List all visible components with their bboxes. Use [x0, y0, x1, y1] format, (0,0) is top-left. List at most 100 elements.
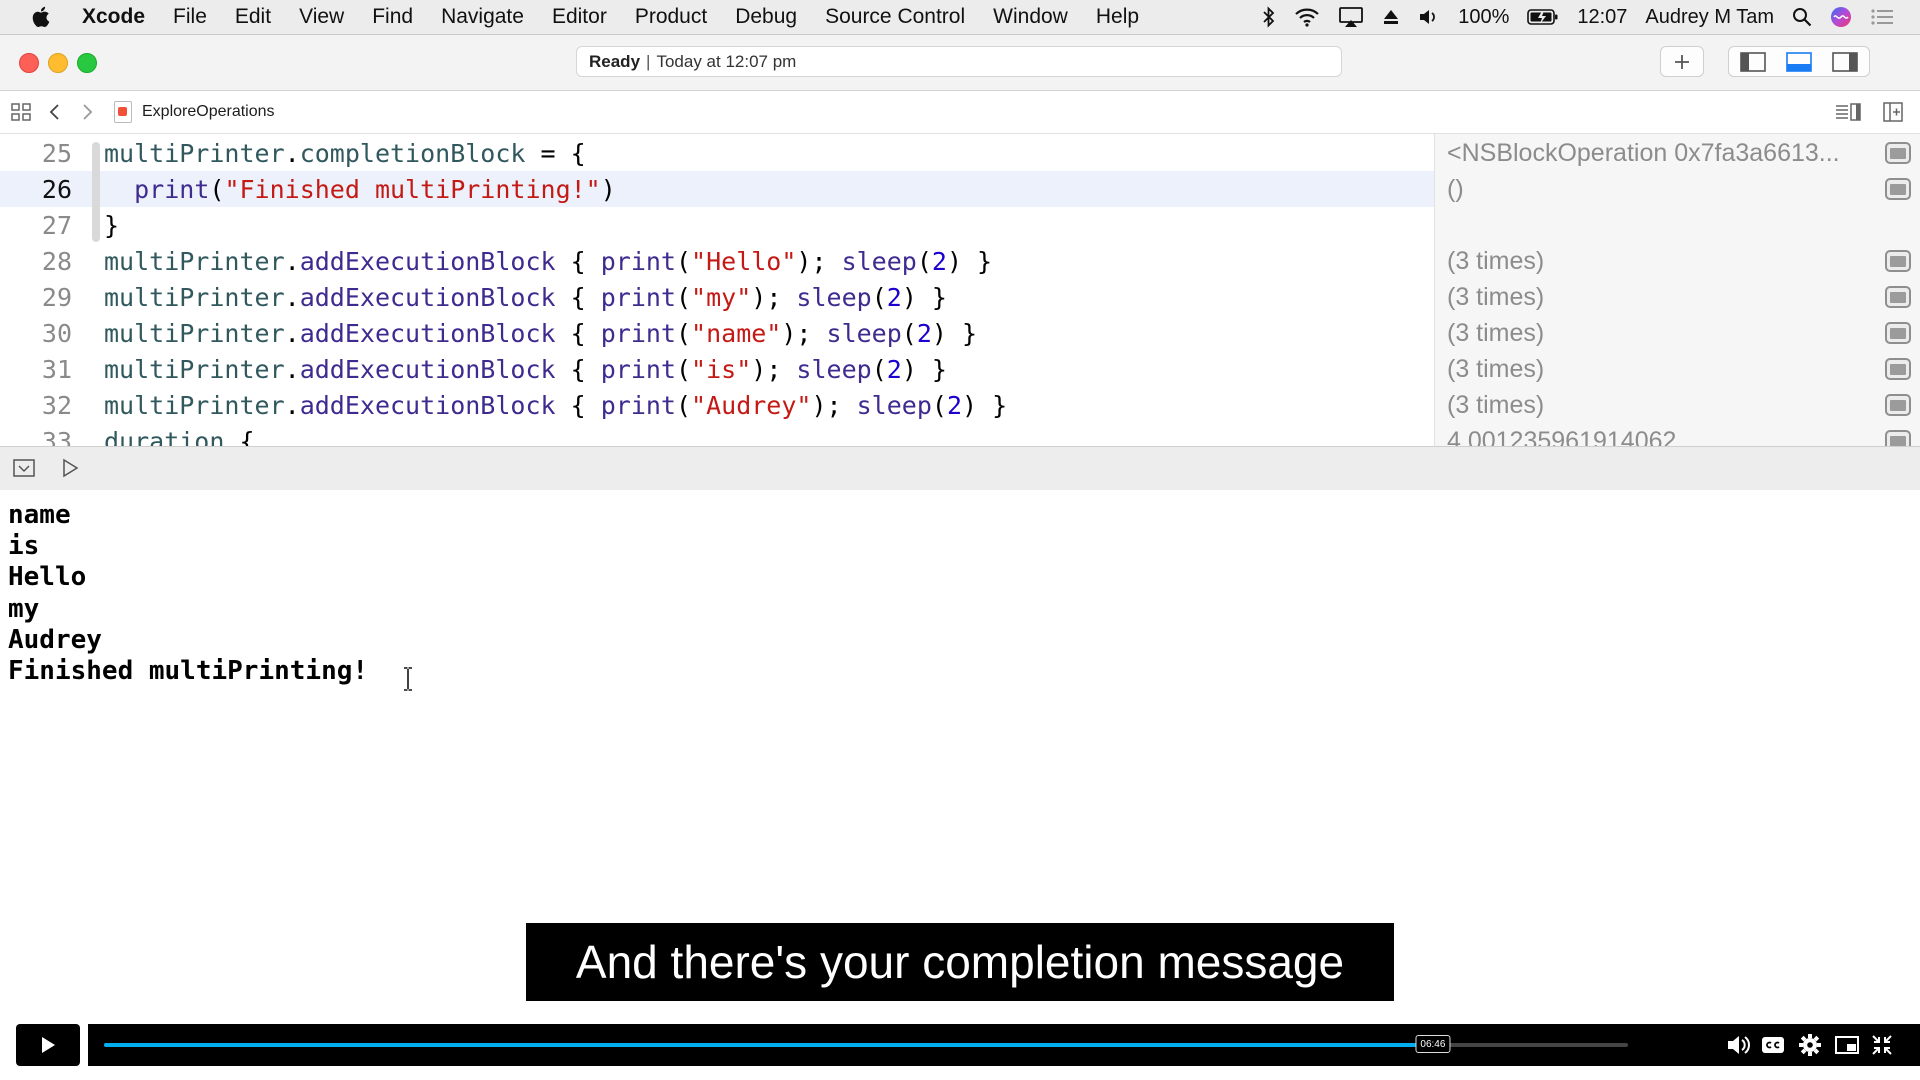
menu-editor[interactable]: Editor	[538, 5, 621, 29]
quick-look-icon[interactable]	[1885, 286, 1911, 308]
forward-icon[interactable]	[80, 102, 94, 122]
closed-captions-icon[interactable]	[1761, 1033, 1785, 1057]
run-playground-icon[interactable]	[60, 458, 80, 478]
navigator-toggle-icon[interactable]	[1740, 52, 1766, 77]
volume-icon[interactable]	[1418, 7, 1440, 27]
code-token: .	[284, 354, 300, 384]
code-token: multiPrinter	[104, 318, 285, 348]
library-button[interactable]	[1660, 46, 1704, 77]
volume-icon[interactable]	[1726, 1033, 1752, 1057]
jump-bar-file[interactable]: ExploreOperations	[142, 103, 275, 121]
wifi-icon[interactable]	[1294, 7, 1320, 27]
code-token: sleep	[796, 354, 872, 384]
text-cursor-icon	[401, 666, 415, 697]
quick-look-icon[interactable]	[1885, 178, 1911, 200]
code-token: );	[781, 318, 827, 348]
play-button[interactable]	[16, 1024, 80, 1066]
debug-area-toggle-icon[interactable]	[1786, 52, 1812, 77]
quick-look-icon[interactable]	[1885, 322, 1911, 344]
code-token: "name"	[691, 318, 782, 348]
inspector-toggle-icon[interactable]	[1832, 52, 1858, 77]
exit-fullscreen-icon[interactable]	[1870, 1033, 1894, 1057]
menu-debug[interactable]: Debug	[721, 5, 811, 29]
code-line[interactable]: 27}	[0, 207, 1434, 243]
code-text: print("Finished multiPrinting!")	[82, 175, 616, 204]
menu-find[interactable]: Find	[358, 5, 427, 29]
quick-look-icon[interactable]	[1885, 394, 1911, 416]
code-line[interactable]: 31 multiPrinter.addExecutionBlock { print…	[0, 351, 1434, 387]
picture-in-picture-icon[interactable]	[1834, 1033, 1860, 1057]
code-token: addExecutionBlock	[299, 318, 556, 348]
code-token: {	[555, 246, 601, 276]
back-icon[interactable]	[48, 102, 62, 122]
result-row: (3 times)	[1435, 243, 1920, 279]
code-text: multiPrinter.addExecutionBlock { print("…	[82, 319, 977, 348]
zoom-window-button[interactable]	[77, 53, 97, 73]
quick-look-icon[interactable]	[1885, 358, 1911, 380]
bluetooth-icon[interactable]	[1262, 6, 1276, 28]
code-token: "my"	[691, 282, 752, 312]
current-time-label: 06:46	[1415, 1035, 1451, 1053]
code-text: multiPrinter.addExecutionBlock { print("…	[82, 283, 947, 312]
code-token: multiPrinter	[104, 282, 285, 312]
code-token: addExecutionBlock	[299, 282, 556, 312]
code-text: }	[82, 211, 119, 240]
console-line: name	[8, 500, 71, 530]
eject-icon[interactable]	[1382, 8, 1400, 26]
menu-source-control[interactable]: Source Control	[811, 5, 979, 29]
play-icon	[42, 1037, 55, 1053]
result-row: (3 times)	[1435, 279, 1920, 315]
hide-debug-area-icon[interactable]	[12, 458, 36, 478]
menu-help[interactable]: Help	[1082, 5, 1153, 29]
siri-icon[interactable]	[1830, 6, 1852, 28]
window-toolbar: Ready | Today at 12:07 pm	[0, 35, 1920, 91]
code-line[interactable]: 30 multiPrinter.addExecutionBlock { print…	[0, 315, 1434, 351]
notification-center-icon[interactable]	[1870, 7, 1894, 27]
menu-view[interactable]: View	[285, 5, 358, 29]
spotlight-icon[interactable]	[1792, 7, 1812, 27]
code-token: (	[209, 174, 225, 204]
source-editor[interactable]: 25 multiPrinter.completionBlock = {26 pri…	[0, 134, 1920, 446]
code-line[interactable]: 32 multiPrinter.addExecutionBlock { print…	[0, 387, 1434, 423]
code-token: );	[796, 246, 842, 276]
settings-gear-icon[interactable]	[1798, 1033, 1822, 1057]
code-token: (	[931, 390, 947, 420]
menu-product[interactable]: Product	[621, 5, 721, 29]
code-text: multiPrinter.addExecutionBlock { print("…	[82, 247, 992, 276]
editor-scroll-thumb[interactable]	[92, 142, 100, 242]
code-line[interactable]: 29 multiPrinter.addExecutionBlock { print…	[0, 279, 1434, 315]
code-token: ) }	[901, 354, 947, 384]
activity-viewer: Ready | Today at 12:07 pm	[576, 46, 1342, 77]
minimize-window-button[interactable]	[48, 53, 68, 73]
airplay-icon[interactable]	[1338, 6, 1364, 28]
adjust-editor-options-icon[interactable]	[1834, 102, 1862, 122]
menu-xcode[interactable]: Xcode	[78, 5, 159, 29]
code-line[interactable]: 28 multiPrinter.addExecutionBlock { print…	[0, 243, 1434, 279]
menubar-user[interactable]: Audrey M Tam	[1645, 6, 1774, 29]
code-token: multiPrinter	[104, 390, 285, 420]
quick-look-icon[interactable]	[1885, 142, 1911, 164]
code-token: (	[675, 246, 692, 276]
quick-look-icon[interactable]	[1885, 430, 1911, 446]
code-token: );	[751, 354, 797, 384]
apple-icon[interactable]	[30, 5, 52, 29]
code-token: sleep	[796, 282, 872, 312]
menu-navigate[interactable]: Navigate	[427, 5, 538, 29]
close-window-button[interactable]	[19, 53, 39, 73]
add-editor-icon[interactable]	[1882, 101, 1904, 123]
menu-edit[interactable]: Edit	[221, 5, 285, 29]
menubar-clock[interactable]: 12:07	[1577, 6, 1627, 29]
menu-window[interactable]: Window	[979, 5, 1082, 29]
code-line[interactable]: 25 multiPrinter.completionBlock = {	[0, 135, 1434, 171]
code-line[interactable]: 33 duration {	[0, 423, 1434, 447]
progress-track[interactable]: 06:46	[104, 1035, 1628, 1053]
code-line[interactable]: 26 print("Finished multiPrinting!")	[0, 171, 1434, 207]
battery-icon[interactable]	[1527, 8, 1559, 26]
related-items-icon[interactable]	[10, 102, 32, 122]
result-value: (3 times)	[1447, 354, 1545, 383]
line-number: 29	[41, 282, 72, 312]
result-row: 4.001235961914062	[1435, 423, 1920, 446]
menu-file[interactable]: File	[159, 5, 221, 29]
quick-look-icon[interactable]	[1885, 250, 1911, 272]
